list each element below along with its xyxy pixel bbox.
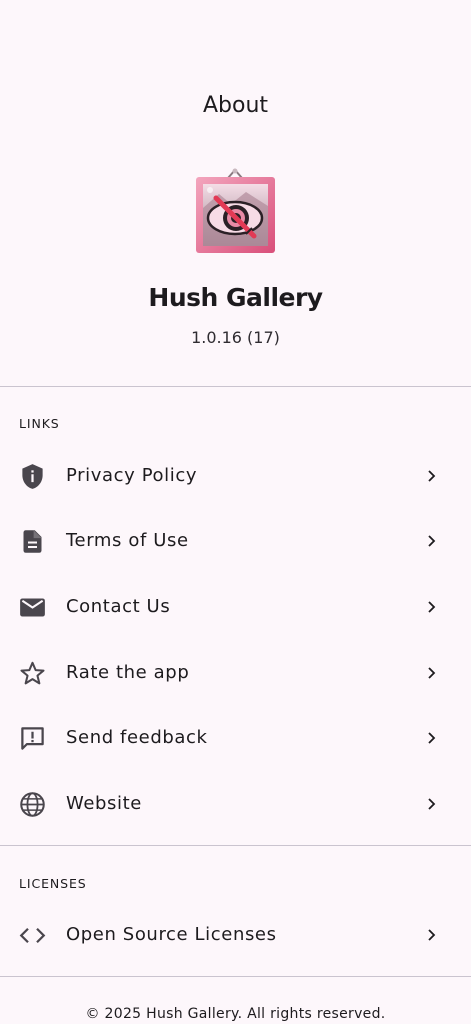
divider [0,845,471,846]
chevron-right-icon [428,535,436,547]
globe-icon [20,792,45,817]
contact-us-item[interactable]: Contact Us [0,575,471,639]
shield-info-icon [22,464,43,489]
website-item[interactable]: Website [0,772,471,836]
terms-of-use-label: Terms of Use [66,530,189,551]
chevron-right-icon [428,929,436,941]
chevron-right-icon [428,667,436,679]
chevron-right-icon [428,601,436,613]
open-source-licenses-item[interactable]: Open Source Licenses [0,903,471,967]
website-label: Website [66,793,142,814]
divider [0,976,471,977]
mail-icon [20,598,45,617]
app-name: Hush Gallery [148,283,323,312]
feedback-icon [21,727,44,750]
divider [0,386,471,387]
privacy-policy-label: Privacy Policy [66,465,198,486]
rate-the-app-label: Rate the app [66,662,190,683]
licenses-section-header: LICENSES [19,876,87,891]
app-version: 1.0.16 (17) [191,328,280,347]
links-section-header: LINKS [19,416,60,431]
chevron-right-icon [428,798,436,810]
page-title: About [202,93,269,118]
privacy-policy-item[interactable]: Privacy Policy [0,444,471,508]
code-icon [19,927,46,944]
contact-us-label: Contact Us [66,596,171,617]
open-source-licenses-label: Open Source Licenses [66,924,277,945]
star-icon [20,661,45,685]
copyright-text: © 2025 Hush Gallery. All rights reserved… [85,1006,386,1022]
terms-of-use-item[interactable]: Terms of Use [0,509,471,573]
send-feedback-item[interactable]: Send feedback [0,706,471,770]
chevron-right-icon [428,732,436,744]
hush-gallery-logo-icon [196,168,275,253]
chevron-right-icon [428,470,436,482]
rate-the-app-item[interactable]: Rate the app [0,641,471,705]
send-feedback-label: Send feedback [66,727,208,748]
document-icon [23,530,42,553]
